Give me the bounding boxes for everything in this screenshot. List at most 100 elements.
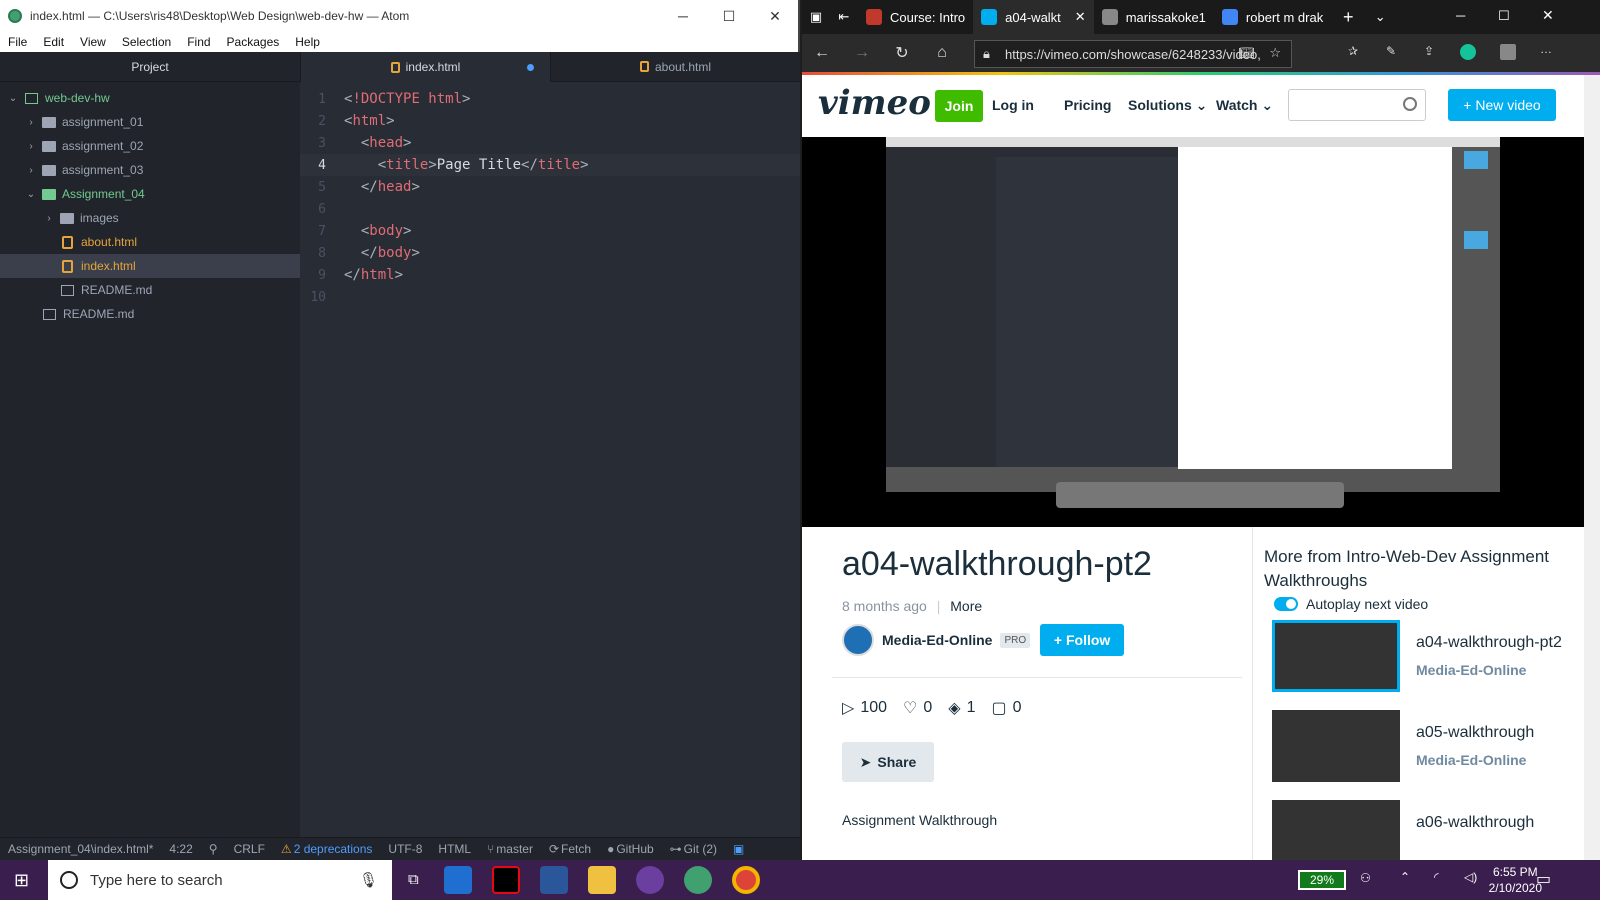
chevron-right-icon[interactable]: ›	[24, 165, 38, 176]
status-github[interactable]: GitHub	[616, 842, 653, 856]
microphone-icon[interactable]: 🎙︎	[359, 871, 378, 889]
status-cursor-position[interactable]: 4:22	[169, 842, 192, 856]
collections-icon[interactable]: ◈	[948, 698, 960, 718]
menu-item-selection[interactable]: Selection	[114, 35, 179, 49]
chevron-down-icon[interactable]: ⌄	[6, 93, 20, 104]
favorites-icon[interactable]: ✰	[1348, 44, 1358, 58]
tree-item[interactable]: about.html	[0, 230, 300, 254]
favorite-star-icon[interactable]: ☆	[1269, 45, 1281, 61]
chevron-right-icon[interactable]: ›	[24, 141, 38, 152]
browser-tab[interactable]: Course: Intro	[858, 0, 973, 34]
search-icon[interactable]	[1403, 97, 1417, 111]
solutions-menu[interactable]: Solutions ⌄	[1128, 97, 1207, 114]
code-line[interactable]: 5 </head>	[300, 176, 800, 198]
editor-tab[interactable]: index.html	[300, 52, 551, 82]
tab-actions-icon[interactable]: ▣	[802, 9, 830, 25]
status-deprecations[interactable]: 2 deprecations	[294, 842, 373, 856]
video-player[interactable]	[802, 137, 1600, 527]
chevron-right-icon[interactable]: ›	[42, 213, 56, 224]
set-aside-tabs-icon[interactable]: ⇤	[830, 9, 858, 25]
tree-item[interactable]: ⌄ web-dev-hw	[0, 86, 300, 110]
tree-item[interactable]: › assignment_01	[0, 110, 300, 134]
new-video-button[interactable]: + New video	[1448, 89, 1556, 121]
pricing-link[interactable]: Pricing	[1064, 97, 1111, 113]
status-file-path[interactable]: Assignment_04\index.html*	[8, 842, 153, 856]
status-git[interactable]: Git (2)	[684, 842, 717, 856]
code-line[interactable]: 8 </body>	[300, 242, 800, 264]
back-icon[interactable]: ←	[802, 44, 842, 62]
taskbar-search-input[interactable]: Type here to search 🎙︎	[48, 860, 392, 900]
heart-icon[interactable]: ♡	[903, 698, 917, 718]
battery-indicator[interactable]: 29%	[1298, 870, 1346, 890]
more-menu-icon[interactable]: …	[1540, 42, 1552, 56]
edge-icon[interactable]	[444, 866, 472, 894]
close-icon[interactable]: ✕	[752, 0, 798, 32]
code-line[interactable]: 9 </html>	[300, 264, 800, 286]
login-link[interactable]: Log in	[992, 97, 1034, 113]
windows-start-icon[interactable]: ⊞	[14, 870, 29, 891]
browser-close-icon[interactable]: ✕	[1542, 7, 1554, 24]
chevron-down-icon[interactable]: ⌄	[24, 189, 38, 200]
notification-center-icon[interactable]: ▭	[1536, 869, 1551, 889]
code-line[interactable]: 7 <body>	[300, 220, 800, 242]
github-desktop-icon[interactable]	[636, 866, 664, 894]
pen-icon[interactable]: ✎	[1386, 44, 1396, 58]
more-link[interactable]: More	[950, 598, 982, 614]
minimize-icon[interactable]: ─	[660, 0, 706, 32]
menu-item-file[interactable]: File	[0, 35, 35, 49]
tree-item[interactable]: › assignment_03	[0, 158, 300, 182]
code-area[interactable]: 1 <!DOCTYPE html> 2 <html> 3 <head> 4 <title>…	[300, 82, 800, 308]
grammarly-icon[interactable]	[1460, 44, 1476, 60]
watch-menu[interactable]: Watch ⌄	[1216, 97, 1273, 114]
new-tab-icon[interactable]: +	[1331, 7, 1365, 28]
chrome-icon[interactable]	[732, 866, 760, 894]
share-page-icon[interactable]: ⇪	[1424, 44, 1434, 58]
maximize-icon[interactable]: ☐	[706, 0, 752, 32]
vimeo-search-input[interactable]	[1288, 89, 1426, 121]
tab-list-chevron-icon[interactable]: ⌄	[1365, 9, 1395, 25]
author-name[interactable]: Media-Ed-Online	[882, 632, 992, 648]
share-button[interactable]: ➤ Share	[842, 742, 934, 782]
status-line-ending[interactable]: CRLF	[234, 842, 265, 856]
related-video[interactable]: a04-walkthrough-pt2 Media-Ed-Online	[1272, 620, 1582, 694]
modified-dot-icon[interactable]	[527, 64, 534, 71]
refresh-icon[interactable]: ↻	[882, 43, 922, 63]
show-hidden-icons[interactable]: ⌃	[1400, 870, 1410, 884]
reading-view-icon[interactable]: 📖︎	[1238, 45, 1255, 61]
code-line[interactable]: 3 <head>	[300, 132, 800, 154]
menu-item-view[interactable]: View	[72, 35, 114, 49]
tree-item[interactable]: › images	[0, 206, 300, 230]
netflix-icon[interactable]	[492, 866, 520, 894]
code-line[interactable]: 1 <!DOCTYPE html>	[300, 88, 800, 110]
browser-minimize-icon[interactable]: ─	[1456, 8, 1465, 23]
extension-icon[interactable]	[1500, 44, 1516, 60]
chevron-right-icon[interactable]: ›	[24, 117, 38, 128]
autoplay-toggle[interactable]	[1274, 597, 1298, 611]
wifi-icon[interactable]: ◜	[1434, 870, 1439, 884]
tree-item[interactable]: › assignment_02	[0, 134, 300, 158]
tree-item[interactable]: README.md	[0, 278, 300, 302]
people-icon[interactable]: ⚇	[1360, 871, 1371, 885]
code-line[interactable]: 4 <title>Page Title</title>	[300, 154, 800, 176]
home-icon[interactable]: ⌂	[922, 44, 962, 62]
atom-taskbar-icon[interactable]	[684, 866, 712, 894]
related-video-title[interactable]: a04-walkthrough-pt2	[1416, 634, 1562, 652]
word-icon[interactable]	[540, 866, 568, 894]
status-branch[interactable]: master	[496, 842, 533, 856]
browser-tab[interactable]: a04-walkt ✕	[973, 0, 1094, 34]
tree-item[interactable]: ⌄ Assignment_04	[0, 182, 300, 206]
related-video-title[interactable]: a05-walkthrough	[1416, 724, 1534, 742]
related-video-title[interactable]: a06-walkthrough	[1416, 814, 1534, 832]
menu-item-packages[interactable]: Packages	[219, 35, 288, 49]
code-line[interactable]: 10	[300, 286, 800, 308]
package-icon[interactable]: ▣	[733, 842, 744, 856]
editor-tab[interactable]: about.html	[551, 52, 800, 82]
follow-button[interactable]: + Follow	[1040, 624, 1125, 656]
browser-tab[interactable]: marissakoke1	[1094, 0, 1214, 34]
menu-item-edit[interactable]: Edit	[35, 35, 72, 49]
file-explorer-icon[interactable]	[588, 866, 616, 894]
status-grammar[interactable]: HTML	[438, 842, 471, 856]
video-thumbnail[interactable]	[1272, 710, 1400, 782]
taskbar-clock[interactable]: 6:55 PM 2/10/2020	[1489, 864, 1542, 896]
video-thumbnail[interactable]	[1272, 620, 1400, 692]
